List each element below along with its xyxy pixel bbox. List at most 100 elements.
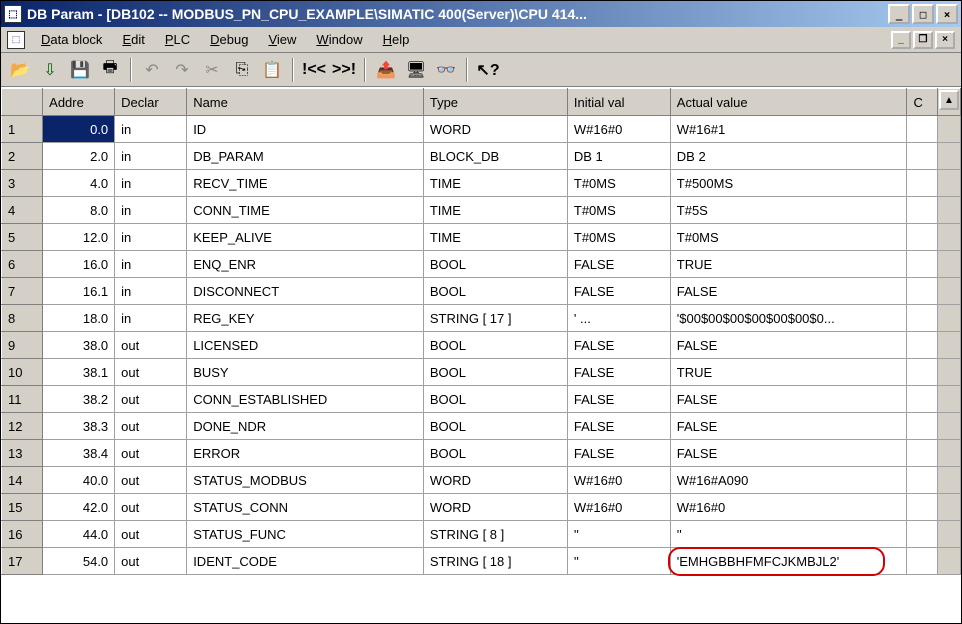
row-number[interactable]: 14 (2, 467, 43, 494)
cell-addr[interactable]: 16.0 (43, 251, 115, 278)
cell-init[interactable]: FALSE (567, 386, 670, 413)
cell-type[interactable]: STRING [ 8 ] (423, 521, 567, 548)
menu-plc[interactable]: PLC (155, 29, 200, 50)
cell-actual[interactable]: W#16#A090 (670, 467, 907, 494)
cell-decl[interactable]: in (115, 305, 187, 332)
column-header[interactable]: C (907, 89, 938, 116)
cell-name[interactable]: ENQ_ENR (187, 251, 424, 278)
cell-init[interactable]: FALSE (567, 413, 670, 440)
context-help-icon[interactable]: ↖? (475, 57, 501, 83)
download-icon[interactable]: ⇩ (37, 57, 63, 83)
row-number[interactable]: 10 (2, 359, 43, 386)
cell-addr[interactable]: 38.1 (43, 359, 115, 386)
open-icon[interactable]: 📂 (7, 57, 33, 83)
cell-decl[interactable]: in (115, 251, 187, 278)
table-row[interactable]: 22.0inDB_PARAMBLOCK_DBDB 1DB 2 (2, 143, 961, 170)
table-row[interactable]: 616.0inENQ_ENRBOOLFALSETRUE (2, 251, 961, 278)
table-row[interactable]: 1440.0outSTATUS_MODBUSWORDW#16#0W#16#A09… (2, 467, 961, 494)
cell-addr[interactable]: 2.0 (43, 143, 115, 170)
cell-addr[interactable]: 18.0 (43, 305, 115, 332)
row-number[interactable]: 15 (2, 494, 43, 521)
row-number[interactable]: 7 (2, 278, 43, 305)
cell-name[interactable]: ERROR (187, 440, 424, 467)
column-header[interactable]: Addre (43, 89, 115, 116)
cell-actual[interactable]: W#16#0 (670, 494, 907, 521)
column-header[interactable]: Actual value (670, 89, 907, 116)
row-number[interactable]: 13 (2, 440, 43, 467)
cell-name[interactable]: BUSY (187, 359, 424, 386)
cell-init[interactable]: T#0MS (567, 224, 670, 251)
row-number[interactable]: 6 (2, 251, 43, 278)
grid-table[interactable]: AddreDeclarNameTypeInitial valActual val… (1, 88, 961, 575)
cell-actual[interactable]: T#500MS (670, 170, 907, 197)
cell-decl[interactable]: out (115, 521, 187, 548)
cell-name[interactable]: STATUS_CONN (187, 494, 424, 521)
cell-init[interactable]: DB 1 (567, 143, 670, 170)
cell-decl[interactable]: in (115, 224, 187, 251)
cell-init[interactable]: W#16#0 (567, 116, 670, 143)
scroll-up-button[interactable]: ▲ (939, 90, 959, 110)
cell-type[interactable]: WORD (423, 494, 567, 521)
menu-window[interactable]: Window (306, 29, 372, 50)
menu-debug[interactable]: Debug (200, 29, 258, 50)
cell-actual[interactable]: T#5S (670, 197, 907, 224)
column-header[interactable]: Type (423, 89, 567, 116)
cell-init[interactable]: '' (567, 548, 670, 575)
column-header[interactable]: Name (187, 89, 424, 116)
cell-actual[interactable]: '' (670, 521, 907, 548)
column-header[interactable]: Declar (115, 89, 187, 116)
table-row[interactable]: 34.0inRECV_TIMETIMET#0MST#500MS (2, 170, 961, 197)
cell-init[interactable]: FALSE (567, 440, 670, 467)
cell-actual[interactable]: TRUE (670, 359, 907, 386)
cell-init[interactable]: FALSE (567, 251, 670, 278)
cell-type[interactable]: BOOL (423, 332, 567, 359)
row-number[interactable]: 16 (2, 521, 43, 548)
cell-type[interactable]: BLOCK_DB (423, 143, 567, 170)
table-row[interactable]: 48.0inCONN_TIMETIMET#0MST#5S (2, 197, 961, 224)
cell-name[interactable]: ID (187, 116, 424, 143)
cell-addr[interactable]: 0.0 (43, 116, 115, 143)
row-number[interactable]: 5 (2, 224, 43, 251)
row-number[interactable]: 8 (2, 305, 43, 332)
cell-type[interactable]: BOOL (423, 278, 567, 305)
cell-init[interactable]: FALSE (567, 278, 670, 305)
cell-init[interactable]: FALSE (567, 332, 670, 359)
cell-decl[interactable]: out (115, 359, 187, 386)
cell-name[interactable]: DISCONNECT (187, 278, 424, 305)
cell-name[interactable]: CONN_ESTABLISHED (187, 386, 424, 413)
cell-decl[interactable]: in (115, 116, 187, 143)
table-row[interactable]: 10.0inIDWORDW#16#0W#16#1 (2, 116, 961, 143)
cell-decl[interactable]: in (115, 143, 187, 170)
row-number[interactable]: 11 (2, 386, 43, 413)
row-number[interactable]: 12 (2, 413, 43, 440)
minimize-button[interactable]: _ (888, 4, 910, 24)
cell-actual[interactable]: FALSE (670, 386, 907, 413)
cell-actual[interactable]: DB 2 (670, 143, 907, 170)
close-button[interactable]: × (936, 4, 958, 24)
cell-init[interactable]: T#0MS (567, 170, 670, 197)
cell-name[interactable]: DB_PARAM (187, 143, 424, 170)
cell-actual[interactable]: TRUE (670, 251, 907, 278)
cell-type[interactable]: BOOL (423, 440, 567, 467)
table-row[interactable]: 1754.0outIDENT_CODESTRING [ 18 ]'''EMHGB… (2, 548, 961, 575)
row-number[interactable]: 3 (2, 170, 43, 197)
goto-first-icon[interactable]: !<< (301, 57, 327, 83)
print-icon[interactable]: 🖶 (97, 57, 123, 83)
cut-icon[interactable]: ✂ (199, 57, 225, 83)
table-row[interactable]: 1542.0outSTATUS_CONNWORDW#16#0W#16#0 (2, 494, 961, 521)
cell-name[interactable]: STATUS_FUNC (187, 521, 424, 548)
cell-actual[interactable]: W#16#1 (670, 116, 907, 143)
table-row[interactable]: 1644.0outSTATUS_FUNCSTRING [ 8 ]'''' (2, 521, 961, 548)
goto-last-icon[interactable]: >>! (331, 57, 357, 83)
row-number[interactable]: 4 (2, 197, 43, 224)
cell-addr[interactable]: 40.0 (43, 467, 115, 494)
cell-type[interactable]: STRING [ 18 ] (423, 548, 567, 575)
cell-init[interactable]: T#0MS (567, 197, 670, 224)
cell-name[interactable]: RECV_TIME (187, 170, 424, 197)
row-number[interactable]: 9 (2, 332, 43, 359)
cell-addr[interactable]: 4.0 (43, 170, 115, 197)
cell-actual[interactable]: FALSE (670, 413, 907, 440)
cell-addr[interactable]: 42.0 (43, 494, 115, 521)
cell-addr[interactable]: 8.0 (43, 197, 115, 224)
cell-name[interactable]: CONN_TIME (187, 197, 424, 224)
